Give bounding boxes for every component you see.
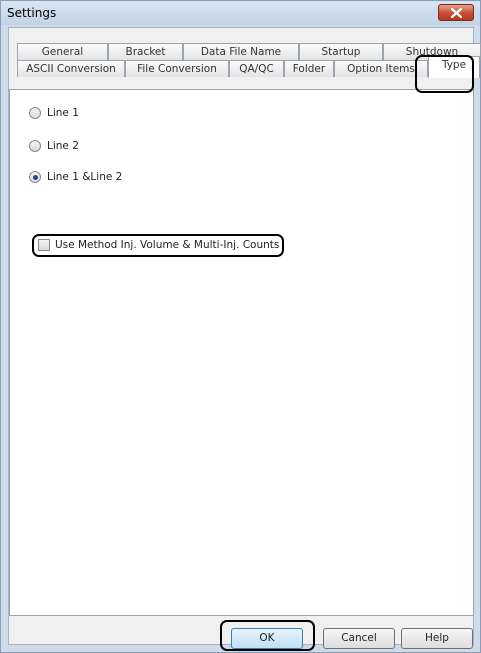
type-tab-content: Line 1 Line 2 Line 1 &Line 2 Use Method … (9, 89, 474, 616)
close-button[interactable] (438, 4, 474, 21)
tab-folder[interactable]: Folder (284, 60, 334, 77)
tab-ascii-conversion[interactable]: ASCII Conversion (17, 60, 125, 77)
radio-button[interactable] (29, 140, 41, 152)
tab-startup[interactable]: Startup (299, 43, 383, 60)
settings-dialog: Settings General Bracket Data File Name … (0, 0, 481, 653)
close-icon (451, 8, 462, 18)
tab-type[interactable]: Type (428, 56, 480, 78)
title-bar[interactable]: Settings (1, 1, 480, 25)
radio-label: Line 2 (47, 140, 79, 152)
tab-bracket[interactable]: Bracket (108, 43, 183, 60)
radio-label: Line 1 &Line 2 (47, 171, 123, 183)
radio-button[interactable] (29, 171, 41, 183)
ok-button[interactable]: OK (231, 628, 303, 649)
radio-label: Line 1 (47, 107, 79, 119)
tab-file-conversion[interactable]: File Conversion (125, 60, 229, 77)
checkbox-label: Use Method Inj. Volume & Multi-Inj. Coun… (55, 239, 280, 251)
tab-data-file-name[interactable]: Data File Name (183, 43, 299, 60)
tab-general[interactable]: General (17, 43, 108, 60)
radio-selected-dot (33, 175, 38, 180)
radio-button[interactable] (29, 107, 41, 119)
window-title: Settings (7, 6, 57, 20)
tab-qa-qc[interactable]: QA/QC (229, 60, 284, 77)
tab-option-items[interactable]: Option Items (334, 60, 428, 77)
cancel-button[interactable]: Cancel (323, 628, 395, 649)
checkbox[interactable] (38, 239, 50, 251)
tab-row-front: ASCII Conversion File Conversion QA/QC F… (17, 56, 481, 78)
help-button[interactable]: Help (401, 628, 473, 649)
